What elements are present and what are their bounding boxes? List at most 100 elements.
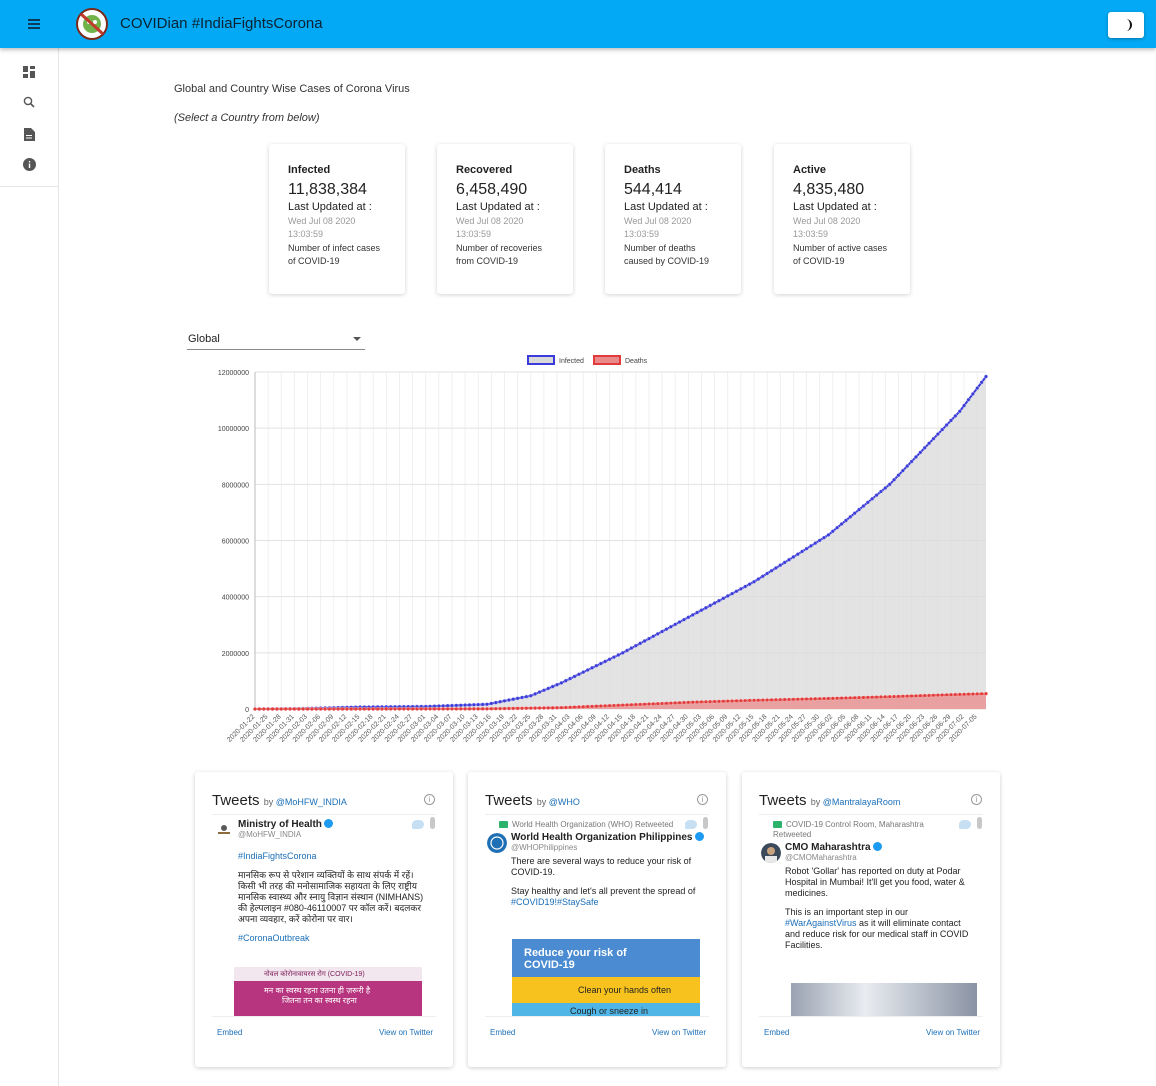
rail-divider — [0, 186, 59, 187]
tweets-handle-link[interactable]: @MoHFW_INDIA — [276, 797, 347, 807]
data-point-deaths — [922, 693, 927, 698]
card-updated-date: Wed Jul 08 2020 13:03:59 — [793, 216, 861, 239]
data-point-deaths — [743, 698, 748, 703]
embed-link[interactable]: Embed — [217, 1028, 242, 1037]
data-point-deaths — [870, 695, 875, 700]
data-point-deaths — [865, 695, 870, 700]
data-point-deaths — [629, 702, 634, 707]
country-select[interactable]: Global — [187, 330, 365, 350]
tweet-body: मानसिक रूप से परेशान व्यक्तियों के साथ स… — [238, 870, 424, 924]
data-point-infected — [839, 522, 844, 527]
data-point-infected — [611, 655, 616, 660]
data-point-infected — [638, 641, 643, 646]
data-point-deaths — [528, 706, 533, 711]
data-point-infected — [489, 701, 494, 706]
data-point-infected — [450, 703, 454, 708]
info-icon[interactable] — [21, 156, 37, 172]
data-point-infected — [703, 605, 708, 610]
data-point-deaths — [441, 706, 446, 711]
info-icon[interactable]: i — [971, 794, 982, 805]
tweet-feed[interactable]: Ministry of Health @MoHFW_INDIA #IndiaFi… — [212, 814, 436, 1017]
data-point-infected — [668, 624, 673, 629]
scrollbar[interactable] — [977, 817, 982, 829]
data-point-deaths — [787, 697, 791, 702]
tweets-handle-link[interactable]: @WHO — [549, 797, 580, 807]
tweet-author-name[interactable]: CMO Maharashtra — [785, 842, 871, 853]
data-point-deaths — [756, 698, 761, 703]
data-point-infected — [555, 682, 559, 687]
data-point-infected — [905, 464, 910, 469]
data-point-infected — [861, 504, 866, 508]
data-point-deaths — [257, 707, 262, 711]
tweets-title: Tweets — [759, 792, 807, 809]
embed-link[interactable]: Embed — [764, 1028, 789, 1037]
data-point-deaths — [603, 703, 608, 708]
hashtag-link[interactable]: #IndiaFightsCorona — [238, 851, 428, 862]
tweet-feed[interactable]: COVID-19 Control Room, Maharashtra Retwe… — [759, 814, 983, 1017]
data-point-infected — [625, 648, 630, 653]
data-point-infected — [966, 397, 971, 402]
document-icon[interactable] — [21, 126, 37, 142]
nav-rail — [0, 48, 59, 1086]
theme-toggle-button[interactable] — [1108, 12, 1144, 38]
data-point-infected — [568, 676, 573, 681]
page-subheading: (Select a Country from below) — [174, 112, 320, 124]
data-point-deaths — [717, 699, 721, 704]
embed-link[interactable]: Embed — [490, 1028, 515, 1037]
avatar — [218, 825, 230, 834]
data-point-deaths — [616, 703, 621, 708]
hashtag-link[interactable]: #CoronaOutbreak — [238, 933, 428, 944]
menu-button[interactable] — [14, 4, 54, 44]
view-on-twitter-link[interactable]: View on Twitter — [652, 1028, 706, 1037]
data-point-deaths — [498, 706, 503, 711]
data-point-infected — [664, 627, 669, 632]
view-on-twitter-link[interactable]: View on Twitter — [379, 1028, 433, 1037]
dashboard-icon[interactable] — [21, 64, 37, 80]
tweet-media-image[interactable]: नोवल कोरोनावायरस रोग (COVID-19) मन का स्… — [234, 967, 422, 1016]
retweet-label: COVID-19 Control Room, Maharashtra Retwe… — [773, 820, 943, 840]
data-point-deaths — [288, 707, 292, 711]
data-point-deaths — [905, 694, 910, 699]
tweet-feed[interactable]: World Health Organization (WHO) Retweete… — [485, 814, 709, 1017]
data-point-deaths — [533, 706, 538, 711]
tweet-media-image[interactable]: Reduce your risk of COVID-19 Clean your … — [512, 939, 700, 1016]
data-point-deaths — [292, 707, 297, 711]
scrollbar[interactable] — [703, 817, 708, 829]
hashtag-link[interactable]: #COVID19!#StaySafe — [511, 897, 599, 907]
card-value: 4,835,480 — [793, 181, 865, 198]
data-point-deaths — [384, 706, 389, 711]
data-point-deaths — [892, 694, 897, 699]
tweets-header: Tweets by @WHO — [485, 792, 580, 809]
tweet-author: World Health Organization Philippines @W… — [485, 832, 709, 862]
data-point-deaths — [253, 707, 257, 711]
data-point-infected — [690, 612, 695, 617]
search-icon[interactable] — [21, 94, 37, 110]
data-point-infected — [581, 670, 586, 675]
data-point-deaths — [813, 696, 818, 701]
tweet-author-name[interactable]: World Health Organization Philippines — [511, 832, 693, 843]
data-point-infected — [572, 674, 577, 679]
media-caption: Clean your hands often — [578, 985, 672, 995]
tweets-handle-link[interactable]: @MantralayaRoom — [823, 797, 901, 807]
info-icon[interactable]: i — [697, 794, 708, 805]
data-point-deaths — [839, 696, 844, 701]
data-point-infected — [949, 418, 953, 423]
data-point-deaths — [655, 701, 660, 706]
data-point-infected — [940, 427, 945, 432]
data-point-deaths — [274, 707, 279, 711]
hashtag-link[interactable]: #WarAgainstVirus — [785, 918, 857, 928]
tweet-author-handle: @MoHFW_INDIA — [238, 830, 302, 839]
data-point-infected — [782, 560, 787, 565]
tweets-header: Tweets by @MantralayaRoom — [759, 792, 900, 809]
view-on-twitter-link[interactable]: View on Twitter — [926, 1028, 980, 1037]
tweet-author-handle: @WHOPhilippines — [511, 843, 578, 852]
data-point-infected — [848, 514, 853, 519]
data-point-deaths — [699, 700, 704, 704]
tweet-media-image[interactable] — [791, 983, 977, 1016]
data-point-infected — [603, 659, 608, 664]
info-icon[interactable]: i — [424, 794, 435, 805]
data-point-infected — [918, 450, 923, 455]
data-point-deaths — [611, 703, 616, 708]
data-point-deaths — [966, 692, 971, 697]
tweet-author-name[interactable]: Ministry of Health — [238, 819, 322, 830]
